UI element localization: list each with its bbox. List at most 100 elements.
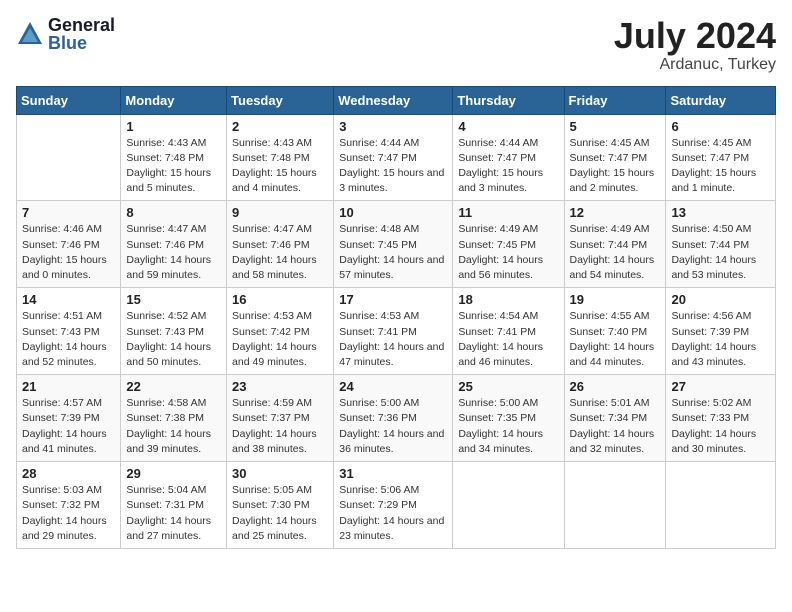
day-info: Sunrise: 5:00 AMSunset: 7:35 PMDaylight:… bbox=[458, 396, 558, 457]
day-number: 6 bbox=[671, 119, 770, 134]
day-info: Sunrise: 5:01 AMSunset: 7:34 PMDaylight:… bbox=[570, 396, 661, 457]
day-cell: 22 Sunrise: 4:58 AMSunset: 7:38 PMDayligh… bbox=[121, 375, 227, 462]
day-cell: 28 Sunrise: 5:03 AMSunset: 7:32 PMDayligh… bbox=[17, 462, 121, 549]
day-cell: 10 Sunrise: 4:48 AMSunset: 7:45 PMDayligh… bbox=[334, 201, 453, 288]
day-number: 5 bbox=[570, 119, 661, 134]
title-area: July 2024 Ardanuc, Turkey bbox=[614, 16, 776, 74]
day-cell: 19 Sunrise: 4:55 AMSunset: 7:40 PMDayligh… bbox=[564, 288, 666, 375]
day-cell: 5 Sunrise: 4:45 AMSunset: 7:47 PMDaylight… bbox=[564, 114, 666, 201]
day-info: Sunrise: 4:49 AMSunset: 7:44 PMDaylight:… bbox=[570, 222, 661, 283]
day-cell bbox=[666, 462, 776, 549]
day-info: Sunrise: 4:48 AMSunset: 7:45 PMDaylight:… bbox=[339, 222, 447, 283]
month-year-title: July 2024 bbox=[614, 16, 776, 56]
day-cell: 7 Sunrise: 4:46 AMSunset: 7:46 PMDaylight… bbox=[17, 201, 121, 288]
day-cell bbox=[17, 114, 121, 201]
day-cell: 20 Sunrise: 4:56 AMSunset: 7:39 PMDayligh… bbox=[666, 288, 776, 375]
header-tuesday: Tuesday bbox=[227, 86, 334, 114]
day-number: 25 bbox=[458, 379, 558, 394]
day-number: 11 bbox=[458, 205, 558, 220]
day-number: 10 bbox=[339, 205, 447, 220]
day-info: Sunrise: 4:45 AMSunset: 7:47 PMDaylight:… bbox=[671, 136, 770, 197]
day-info: Sunrise: 5:06 AMSunset: 7:29 PMDaylight:… bbox=[339, 483, 447, 544]
day-info: Sunrise: 4:51 AMSunset: 7:43 PMDaylight:… bbox=[22, 309, 115, 370]
day-info: Sunrise: 5:04 AMSunset: 7:31 PMDaylight:… bbox=[126, 483, 221, 544]
day-info: Sunrise: 4:46 AMSunset: 7:46 PMDaylight:… bbox=[22, 222, 115, 283]
header-saturday: Saturday bbox=[666, 86, 776, 114]
day-info: Sunrise: 4:56 AMSunset: 7:39 PMDaylight:… bbox=[671, 309, 770, 370]
day-info: Sunrise: 4:53 AMSunset: 7:42 PMDaylight:… bbox=[232, 309, 328, 370]
week-row-3: 14 Sunrise: 4:51 AMSunset: 7:43 PMDayligh… bbox=[17, 288, 776, 375]
day-cell: 26 Sunrise: 5:01 AMSunset: 7:34 PMDayligh… bbox=[564, 375, 666, 462]
location-subtitle: Ardanuc, Turkey bbox=[614, 56, 776, 74]
day-number: 23 bbox=[232, 379, 328, 394]
day-number: 29 bbox=[126, 466, 221, 481]
day-cell: 12 Sunrise: 4:49 AMSunset: 7:44 PMDayligh… bbox=[564, 201, 666, 288]
day-number: 15 bbox=[126, 292, 221, 307]
day-cell: 16 Sunrise: 4:53 AMSunset: 7:42 PMDayligh… bbox=[227, 288, 334, 375]
day-info: Sunrise: 4:59 AMSunset: 7:37 PMDaylight:… bbox=[232, 396, 328, 457]
day-cell: 2Sunrise: 4:43 AMSunset: 7:48 PMDaylight… bbox=[227, 114, 334, 201]
calendar-header-row: SundayMondayTuesdayWednesdayThursdayFrid… bbox=[17, 86, 776, 114]
day-number: 26 bbox=[570, 379, 661, 394]
day-info: Sunrise: 5:02 AMSunset: 7:33 PMDaylight:… bbox=[671, 396, 770, 457]
day-cell: 18Sunrise: 4:54 AMSunset: 7:41 PMDayligh… bbox=[453, 288, 564, 375]
day-info: Sunrise: 4:58 AMSunset: 7:38 PMDaylight:… bbox=[126, 396, 221, 457]
day-info: Sunrise: 4:49 AMSunset: 7:45 PMDaylight:… bbox=[458, 222, 558, 283]
day-number: 20 bbox=[671, 292, 770, 307]
day-cell: 17Sunrise: 4:53 AMSunset: 7:41 PMDayligh… bbox=[334, 288, 453, 375]
day-cell: 6 Sunrise: 4:45 AMSunset: 7:47 PMDaylight… bbox=[666, 114, 776, 201]
day-number: 28 bbox=[22, 466, 115, 481]
logo-blue-text: Blue bbox=[48, 34, 115, 52]
day-info: Sunrise: 4:43 AMSunset: 7:48 PMDaylight:… bbox=[126, 136, 221, 197]
day-cell: 29 Sunrise: 5:04 AMSunset: 7:31 PMDayligh… bbox=[121, 462, 227, 549]
day-number: 21 bbox=[22, 379, 115, 394]
day-info: Sunrise: 4:57 AMSunset: 7:39 PMDaylight:… bbox=[22, 396, 115, 457]
day-cell: 31 Sunrise: 5:06 AMSunset: 7:29 PMDayligh… bbox=[334, 462, 453, 549]
day-number: 27 bbox=[671, 379, 770, 394]
day-cell: 14 Sunrise: 4:51 AMSunset: 7:43 PMDayligh… bbox=[17, 288, 121, 375]
day-number: 7 bbox=[22, 205, 115, 220]
day-number: 1 bbox=[126, 119, 221, 134]
logo-general-text: General bbox=[48, 16, 115, 34]
day-number: 30 bbox=[232, 466, 328, 481]
header-thursday: Thursday bbox=[453, 86, 564, 114]
day-cell bbox=[453, 462, 564, 549]
day-cell: 30Sunrise: 5:05 AMSunset: 7:30 PMDayligh… bbox=[227, 462, 334, 549]
day-cell: 13Sunrise: 4:50 AMSunset: 7:44 PMDayligh… bbox=[666, 201, 776, 288]
day-cell: 27 Sunrise: 5:02 AMSunset: 7:33 PMDayligh… bbox=[666, 375, 776, 462]
day-number: 12 bbox=[570, 205, 661, 220]
day-info: Sunrise: 4:47 AMSunset: 7:46 PMDaylight:… bbox=[126, 222, 221, 283]
week-row-4: 21 Sunrise: 4:57 AMSunset: 7:39 PMDayligh… bbox=[17, 375, 776, 462]
day-info: Sunrise: 5:03 AMSunset: 7:32 PMDaylight:… bbox=[22, 483, 115, 544]
day-cell: 23 Sunrise: 4:59 AMSunset: 7:37 PMDayligh… bbox=[227, 375, 334, 462]
header-friday: Friday bbox=[564, 86, 666, 114]
day-cell: 15Sunrise: 4:52 AMSunset: 7:43 PMDayligh… bbox=[121, 288, 227, 375]
day-info: Sunrise: 4:45 AMSunset: 7:47 PMDaylight:… bbox=[570, 136, 661, 197]
day-cell: 24 Sunrise: 5:00 AMSunset: 7:36 PMDayligh… bbox=[334, 375, 453, 462]
day-info: Sunrise: 5:00 AMSunset: 7:36 PMDaylight:… bbox=[339, 396, 447, 457]
header-sunday: Sunday bbox=[17, 86, 121, 114]
logo: General Blue bbox=[16, 16, 115, 52]
day-number: 9 bbox=[232, 205, 328, 220]
day-number: 24 bbox=[339, 379, 447, 394]
day-number: 19 bbox=[570, 292, 661, 307]
day-info: Sunrise: 4:47 AMSunset: 7:46 PMDaylight:… bbox=[232, 222, 328, 283]
logo-icon bbox=[16, 20, 44, 48]
calendar-table: SundayMondayTuesdayWednesdayThursdayFrid… bbox=[16, 86, 776, 549]
day-number: 16 bbox=[232, 292, 328, 307]
day-cell: 1 Sunrise: 4:43 AMSunset: 7:48 PMDaylight… bbox=[121, 114, 227, 201]
day-info: Sunrise: 4:55 AMSunset: 7:40 PMDaylight:… bbox=[570, 309, 661, 370]
day-number: 22 bbox=[126, 379, 221, 394]
day-cell: 21 Sunrise: 4:57 AMSunset: 7:39 PMDayligh… bbox=[17, 375, 121, 462]
day-info: Sunrise: 4:53 AMSunset: 7:41 PMDaylight:… bbox=[339, 309, 447, 370]
day-number: 3 bbox=[339, 119, 447, 134]
header-wednesday: Wednesday bbox=[334, 86, 453, 114]
day-number: 4 bbox=[458, 119, 558, 134]
day-cell: 9 Sunrise: 4:47 AMSunset: 7:46 PMDaylight… bbox=[227, 201, 334, 288]
day-number: 14 bbox=[22, 292, 115, 307]
day-info: Sunrise: 4:44 AMSunset: 7:47 PMDaylight:… bbox=[458, 136, 558, 197]
day-cell: 3Sunrise: 4:44 AMSunset: 7:47 PMDaylight… bbox=[334, 114, 453, 201]
day-info: Sunrise: 4:50 AMSunset: 7:44 PMDaylight:… bbox=[671, 222, 770, 283]
day-number: 31 bbox=[339, 466, 447, 481]
day-cell: 8Sunrise: 4:47 AMSunset: 7:46 PMDaylight… bbox=[121, 201, 227, 288]
